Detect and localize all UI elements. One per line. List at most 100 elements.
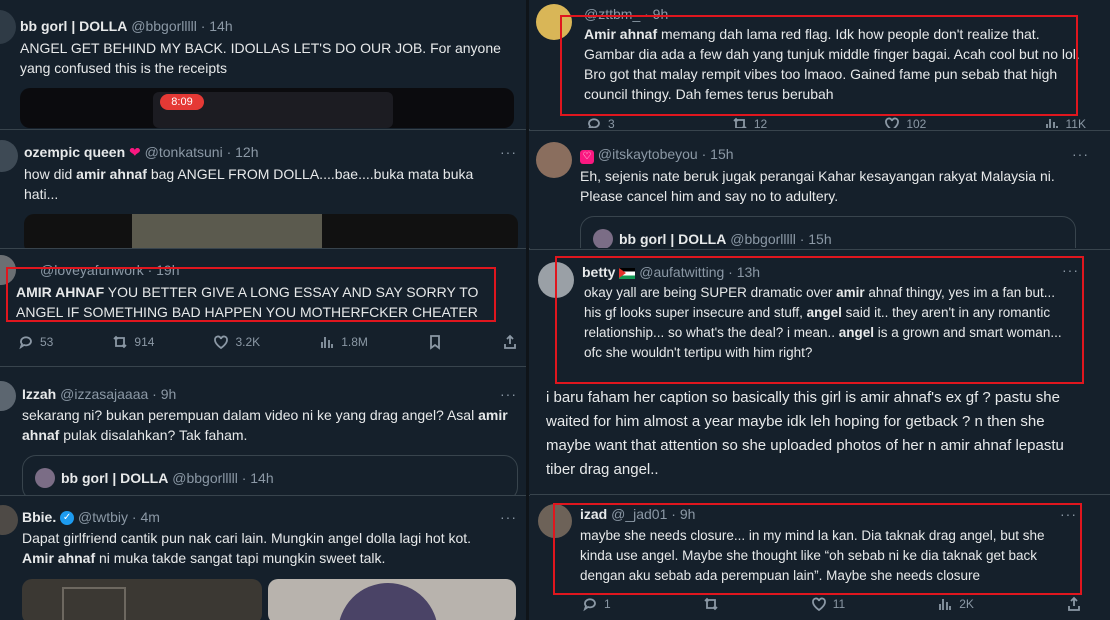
- repost-icon: [704, 597, 718, 611]
- avatar[interactable]: [0, 140, 18, 172]
- quoted-tweet[interactable]: bb gorl | DOLLA @bbgorlllll · 14h: [22, 455, 518, 495]
- text-part: Dapat girlfriend cantik pun nak cari lai…: [22, 530, 472, 546]
- views-button[interactable]: 2K: [937, 596, 974, 612]
- repost-icon: [113, 335, 128, 349]
- reply-button[interactable]: 53: [18, 334, 53, 350]
- heart-icon: ❤: [129, 144, 141, 160]
- like-button[interactable]: 3.2K: [213, 334, 260, 350]
- author-handle[interactable]: @izzasajaaaa: [60, 386, 148, 402]
- repost-count: 914: [134, 335, 155, 349]
- author-name[interactable]: bb gorl | DOLLA: [20, 18, 127, 34]
- tweet-header: Bbie. ✓ @twtbiy · 4m: [22, 509, 160, 526]
- tweet-text: sekarang ni? bukan perempuan dalam video…: [22, 405, 512, 445]
- share-button[interactable]: [1066, 596, 1082, 612]
- media-image-1[interactable]: [22, 579, 262, 620]
- quote-author-handle: @bbgorlllll: [730, 231, 796, 247]
- author-name[interactable]: Izzah: [22, 386, 56, 402]
- avatar[interactable]: [536, 142, 572, 178]
- comment-body: i baru faham her caption so basically th…: [546, 389, 1064, 478]
- tweet-header: bb gorl | DOLLA @bbgorlllll · 14h: [20, 18, 233, 34]
- tweet-text: Eh, sejenis nate beruk jugak perangai Ka…: [580, 168, 1055, 204]
- like-button[interactable]: 11: [811, 596, 845, 612]
- heart-icon: ♡: [580, 150, 594, 164]
- author-handle[interactable]: @bbgorlllll: [131, 18, 197, 34]
- quote-author-name: bb gorl | DOLLA: [619, 231, 727, 247]
- view-count: 11K: [1065, 117, 1086, 128]
- comment-text: i baru faham her caption so basically th…: [530, 386, 1110, 490]
- highlight-box: [555, 256, 1084, 384]
- avatar: [35, 468, 55, 488]
- like-button[interactable]: 102: [884, 116, 926, 128]
- quote-timestamp: · 15h: [799, 231, 832, 247]
- repost-button[interactable]: 12: [732, 116, 767, 128]
- media-image-2[interactable]: [268, 579, 516, 620]
- bookmark-button[interactable]: [427, 334, 443, 350]
- author-name[interactable]: ozempic queen: [24, 144, 125, 160]
- verified-badge-icon: ✓: [60, 511, 75, 526]
- quote-author-handle: @bbgorlllll: [172, 470, 238, 486]
- repost-button[interactable]: 914: [112, 334, 154, 350]
- reply-button[interactable]: 3: [586, 116, 615, 128]
- reply-count: 1: [604, 597, 611, 611]
- share-icon: [1068, 596, 1080, 611]
- highlight-box: [6, 267, 496, 322]
- reply-icon: [19, 336, 32, 350]
- repost-icon: [733, 117, 747, 128]
- repost-count: 12: [753, 117, 768, 128]
- avatar[interactable]: [0, 505, 18, 535]
- highlight-box: [553, 503, 1082, 595]
- tweet-bbie[interactable]: Bbie. ✓ @twtbiy · 4m ··· Dapat girlfrien…: [0, 497, 530, 620]
- more-options-icon[interactable]: ···: [500, 509, 517, 525]
- repost-button[interactable]: [703, 596, 719, 612]
- tweet-izzah[interactable]: Izzah @izzasajaaaa · 9h ··· sekarang ni?…: [0, 375, 530, 495]
- views-button[interactable]: 1.8M: [319, 334, 368, 350]
- share-button[interactable]: [502, 334, 518, 350]
- more-options-icon[interactable]: ···: [500, 144, 517, 160]
- media-preview[interactable]: [24, 214, 518, 248]
- quote-header: bb gorl | DOLLA @bbgorlllll · 14h: [61, 470, 274, 486]
- view-count: 2K: [959, 597, 974, 611]
- status-time: 8:09: [160, 94, 204, 110]
- timestamp[interactable]: · 9h: [152, 386, 176, 402]
- views-button[interactable]: 11K: [1044, 116, 1086, 128]
- author-name[interactable]: Bbie.: [22, 509, 56, 525]
- tweet-header: ♡ @itskaytobeyou · 15h: [580, 146, 734, 164]
- highlighted-term: amir ahnaf: [76, 166, 147, 182]
- share-icon: [504, 334, 516, 349]
- timestamp[interactable]: · 14h: [201, 18, 233, 34]
- author-handle[interactable]: @itskaytobeyou: [598, 146, 698, 162]
- quote-header: bb gorl | DOLLA @bbgorlllll · 15h: [619, 231, 832, 247]
- reply-button[interactable]: 1: [582, 596, 611, 612]
- quoted-tweet[interactable]: bb gorl | DOLLA @bbgorlllll · 15h: [580, 216, 1076, 248]
- media-preview[interactable]: 8:09: [20, 88, 514, 128]
- quote-timestamp: · 14h: [241, 470, 274, 486]
- avatar[interactable]: [0, 10, 16, 44]
- highlight-box: [560, 15, 1078, 116]
- text-part: how did: [24, 166, 77, 182]
- more-options-icon[interactable]: ···: [500, 386, 517, 402]
- analytics-icon: [1045, 119, 1058, 128]
- tweet-header: ozempic queen ❤ @tonkatsuni · 12h: [24, 144, 259, 161]
- heart-icon: [885, 117, 900, 128]
- reply-count: 3: [608, 117, 615, 128]
- avatar[interactable]: [0, 381, 16, 411]
- action-bar: 1 11 2K: [582, 596, 1082, 612]
- more-options-icon[interactable]: ···: [1072, 146, 1089, 162]
- like-count: 102: [906, 117, 927, 128]
- heart-icon: [811, 597, 826, 612]
- timestamp[interactable]: · 12h: [227, 144, 259, 160]
- timestamp[interactable]: · 15h: [702, 146, 734, 162]
- analytics-icon: [939, 599, 952, 610]
- tweet-bbgorl[interactable]: bb gorl | DOLLA @bbgorlllll · 14h ANGEL …: [0, 0, 530, 128]
- analytics-icon: [321, 337, 334, 348]
- author-handle[interactable]: @twtbiy: [78, 509, 128, 525]
- timestamp[interactable]: · 4m: [132, 509, 160, 525]
- avatar: [593, 229, 613, 248]
- view-count: 1.8M: [341, 335, 368, 349]
- author-handle[interactable]: @tonkatsuni: [145, 144, 223, 160]
- action-bar: 3 12 102 11K: [586, 116, 1086, 128]
- tweet-header: Izzah @izzasajaaaa · 9h: [22, 386, 176, 402]
- tweet-text: how did amir ahnaf bag ANGEL FROM DOLLA.…: [24, 164, 494, 204]
- tweet-ozempic[interactable]: ozempic queen ❤ @tonkatsuni · 12h ··· ho…: [0, 132, 530, 248]
- tweet-itskaytobeyou[interactable]: ♡ @itskaytobeyou · 15h ··· Eh, sejenis n…: [526, 132, 1110, 248]
